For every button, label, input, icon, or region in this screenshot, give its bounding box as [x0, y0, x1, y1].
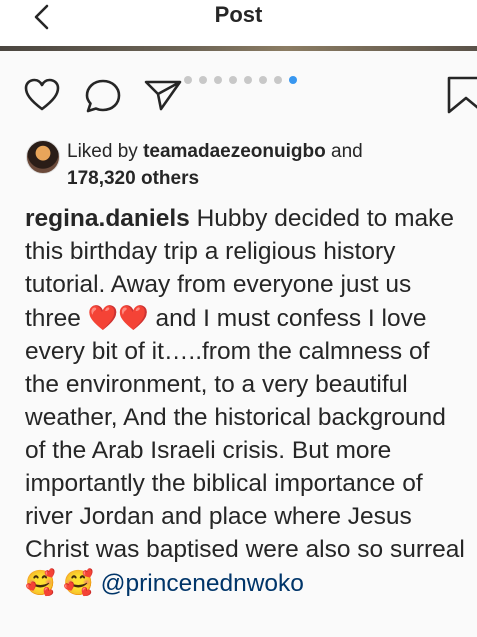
carousel-dot — [289, 76, 297, 84]
caption-mention-link[interactable]: @princenednwoko — [101, 570, 304, 597]
carousel-dot — [259, 76, 267, 84]
post-caption: regina.daniels Hubby decided to make thi… — [25, 202, 470, 600]
smiling-hearts-emoji: 🥰 🥰 — [25, 568, 94, 597]
likes-prefix: Liked by — [67, 141, 138, 162]
carousel-dot — [214, 76, 222, 84]
carousel-dot — [184, 76, 192, 84]
liker-avatar[interactable] — [26, 140, 60, 174]
page-title: Post — [214, 2, 263, 27]
bookmark-icon[interactable] — [447, 76, 477, 114]
paper-plane-icon[interactable] — [144, 79, 182, 111]
comment-bubble-icon[interactable] — [84, 78, 122, 114]
likes-others-count[interactable]: 178,320 others — [67, 168, 199, 189]
post-image-edge[interactable] — [0, 46, 477, 51]
top-app-bar: Post — [0, 0, 477, 49]
likes-connector: and — [331, 141, 363, 162]
carousel-dot — [274, 76, 282, 84]
liker-username[interactable]: teamadaezeonuigbo — [143, 141, 326, 162]
likes-summary[interactable]: Liked by teamadaezeonuigbo and 178,320 o… — [67, 138, 467, 192]
caption-username[interactable]: regina.daniels — [25, 205, 190, 232]
carousel-dot — [229, 76, 237, 84]
caption-text-part2: and I must confess I love every bit of i… — [25, 305, 465, 563]
heart-outline-icon[interactable] — [24, 78, 60, 112]
carousel-dot — [199, 76, 207, 84]
carousel-dot — [244, 76, 252, 84]
hearts-emoji: ❤️❤️ — [87, 303, 149, 332]
